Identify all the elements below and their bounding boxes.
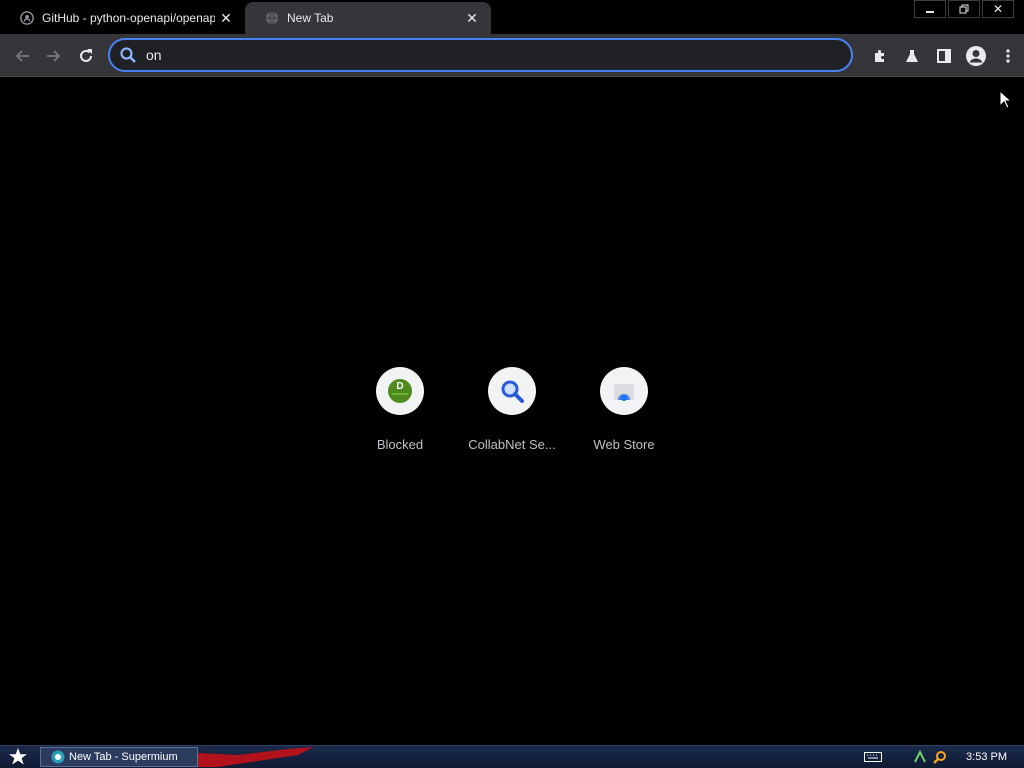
window-controls: ✕ (914, 0, 1014, 18)
forward-button[interactable] (40, 42, 68, 70)
search-icon (488, 367, 536, 415)
close-tab-icon[interactable]: ✕ (461, 7, 483, 29)
taskbar-item-browser[interactable]: New Tab - Supermium (40, 747, 198, 767)
taskbar-clock[interactable]: 3:53 PM (966, 751, 1007, 763)
github-icon (20, 11, 34, 25)
browser-toolbar: on (0, 34, 1024, 77)
back-icon (15, 50, 29, 62)
keyboard-icon[interactable] (864, 752, 883, 762)
toolbar-actions (864, 42, 1024, 70)
shortcut-label: CollabNet Se... (468, 437, 556, 452)
taskbar-decoration (198, 747, 313, 767)
system-tray: 3:53 PM (864, 746, 1024, 768)
profile-icon (966, 46, 986, 66)
address-bar[interactable]: on (108, 38, 853, 72)
shortcut-blocked[interactable]: D Blocked (344, 367, 456, 457)
blocked-site-icon: D (376, 367, 424, 415)
search-icon (118, 45, 138, 65)
start-button[interactable] (4, 747, 32, 767)
extensions-icon (875, 50, 884, 62)
mouse-cursor-icon (999, 90, 1013, 109)
close-window-button[interactable]: ✕ (982, 0, 1014, 18)
network-icon[interactable] (912, 749, 928, 765)
shortcut-collabnet[interactable]: CollabNet Se... (456, 367, 568, 457)
extensions-button[interactable] (864, 42, 896, 70)
new-tab-page: D Blocked CollabNet Se... Web Store (0, 77, 1024, 745)
start-star-icon (9, 748, 27, 765)
side-panel-button[interactable] (928, 42, 960, 70)
tab-github[interactable]: GitHub - python-openapi/openapi-c ✕ (0, 2, 245, 34)
tab-strip: GitHub - python-openapi/openapi-c ✕ New … (0, 0, 1024, 34)
restore-button[interactable] (948, 0, 980, 18)
tab-title: GitHub - python-openapi/openapi-c (42, 11, 215, 25)
supermium-icon (51, 750, 65, 764)
tab-new-tab[interactable]: New Tab ✕ (245, 2, 491, 34)
back-button[interactable] (8, 42, 36, 70)
globe-icon (265, 11, 279, 25)
menu-icon (1006, 49, 1010, 63)
search-tray-icon[interactable] (932, 749, 948, 765)
reload-button[interactable] (72, 42, 100, 70)
forward-icon (47, 50, 61, 62)
labs-button[interactable] (896, 42, 928, 70)
shortcut-tiles: D Blocked CollabNet Se... Web Store (344, 367, 680, 457)
address-bar-value[interactable]: on (146, 47, 162, 63)
svg-text:D: D (396, 381, 403, 392)
reload-icon (80, 49, 92, 62)
shortcut-label: Blocked (376, 437, 424, 452)
tab-title: New Tab (287, 11, 334, 25)
profile-button[interactable] (960, 42, 992, 70)
web-store-icon (600, 367, 648, 415)
taskbar: New Tab - Supermium 3:53 PM (0, 745, 1024, 768)
menu-button[interactable] (992, 42, 1024, 70)
side-panel-icon (937, 49, 951, 63)
minimize-button[interactable] (914, 0, 946, 18)
close-tab-icon[interactable]: ✕ (215, 7, 237, 29)
taskbar-item-label: New Tab - Supermium (69, 751, 178, 763)
labs-icon (906, 50, 918, 62)
shortcut-web-store[interactable]: Web Store (568, 367, 680, 457)
shortcut-label: Web Store (593, 437, 655, 452)
